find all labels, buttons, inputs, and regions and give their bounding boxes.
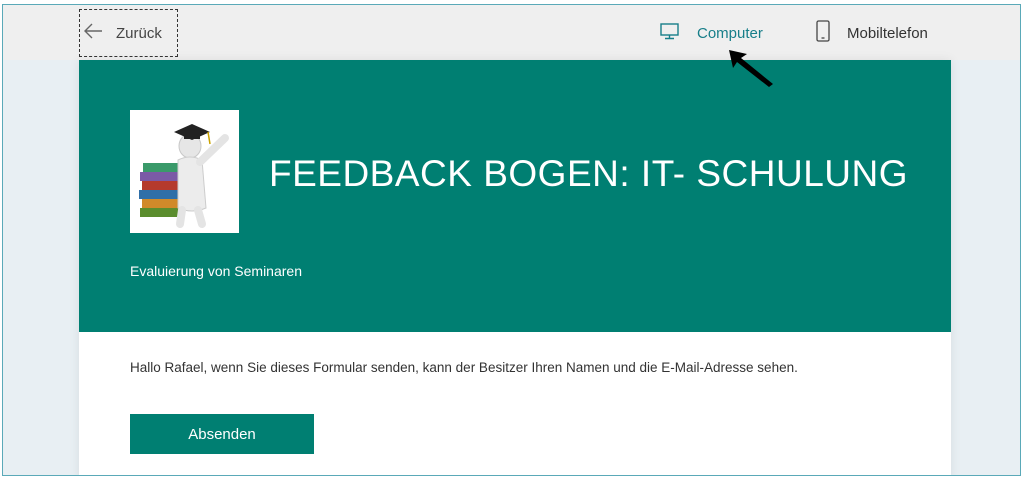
identity-notice: Hallo Rafael, wenn Sie dieses Formular s…	[130, 360, 798, 375]
form-logo-image	[130, 110, 239, 233]
phone-icon	[815, 19, 831, 47]
view-computer-tab[interactable]: Computer	[659, 19, 763, 47]
back-label: Zurück	[116, 24, 162, 42]
submit-button[interactable]: Absenden	[130, 414, 314, 454]
form-header-banner: FEEDBACK BOGEN: IT- SCHULUNG Evaluierung…	[79, 60, 951, 332]
pointer-arrow-icon	[727, 48, 777, 93]
back-button[interactable]: Zurück	[79, 9, 178, 57]
form-card: FEEDBACK BOGEN: IT- SCHULUNG Evaluierung…	[79, 60, 951, 475]
monitor-icon	[659, 22, 681, 45]
view-mobile-label: Mobiltelefon	[847, 24, 928, 42]
top-bar: Zurück Computer Mobiltelefon	[3, 5, 1020, 60]
view-mobile-tab[interactable]: Mobiltelefon	[815, 19, 928, 47]
app-frame: Zurück Computer Mobiltelefon FEEDBACK BO…	[2, 4, 1021, 476]
form-title: FEEDBACK BOGEN: IT- SCHULUNG	[269, 153, 908, 194]
form-subtitle: Evaluierung von Seminaren	[130, 263, 302, 279]
arrow-left-icon	[82, 22, 104, 45]
view-computer-label: Computer	[697, 24, 763, 42]
